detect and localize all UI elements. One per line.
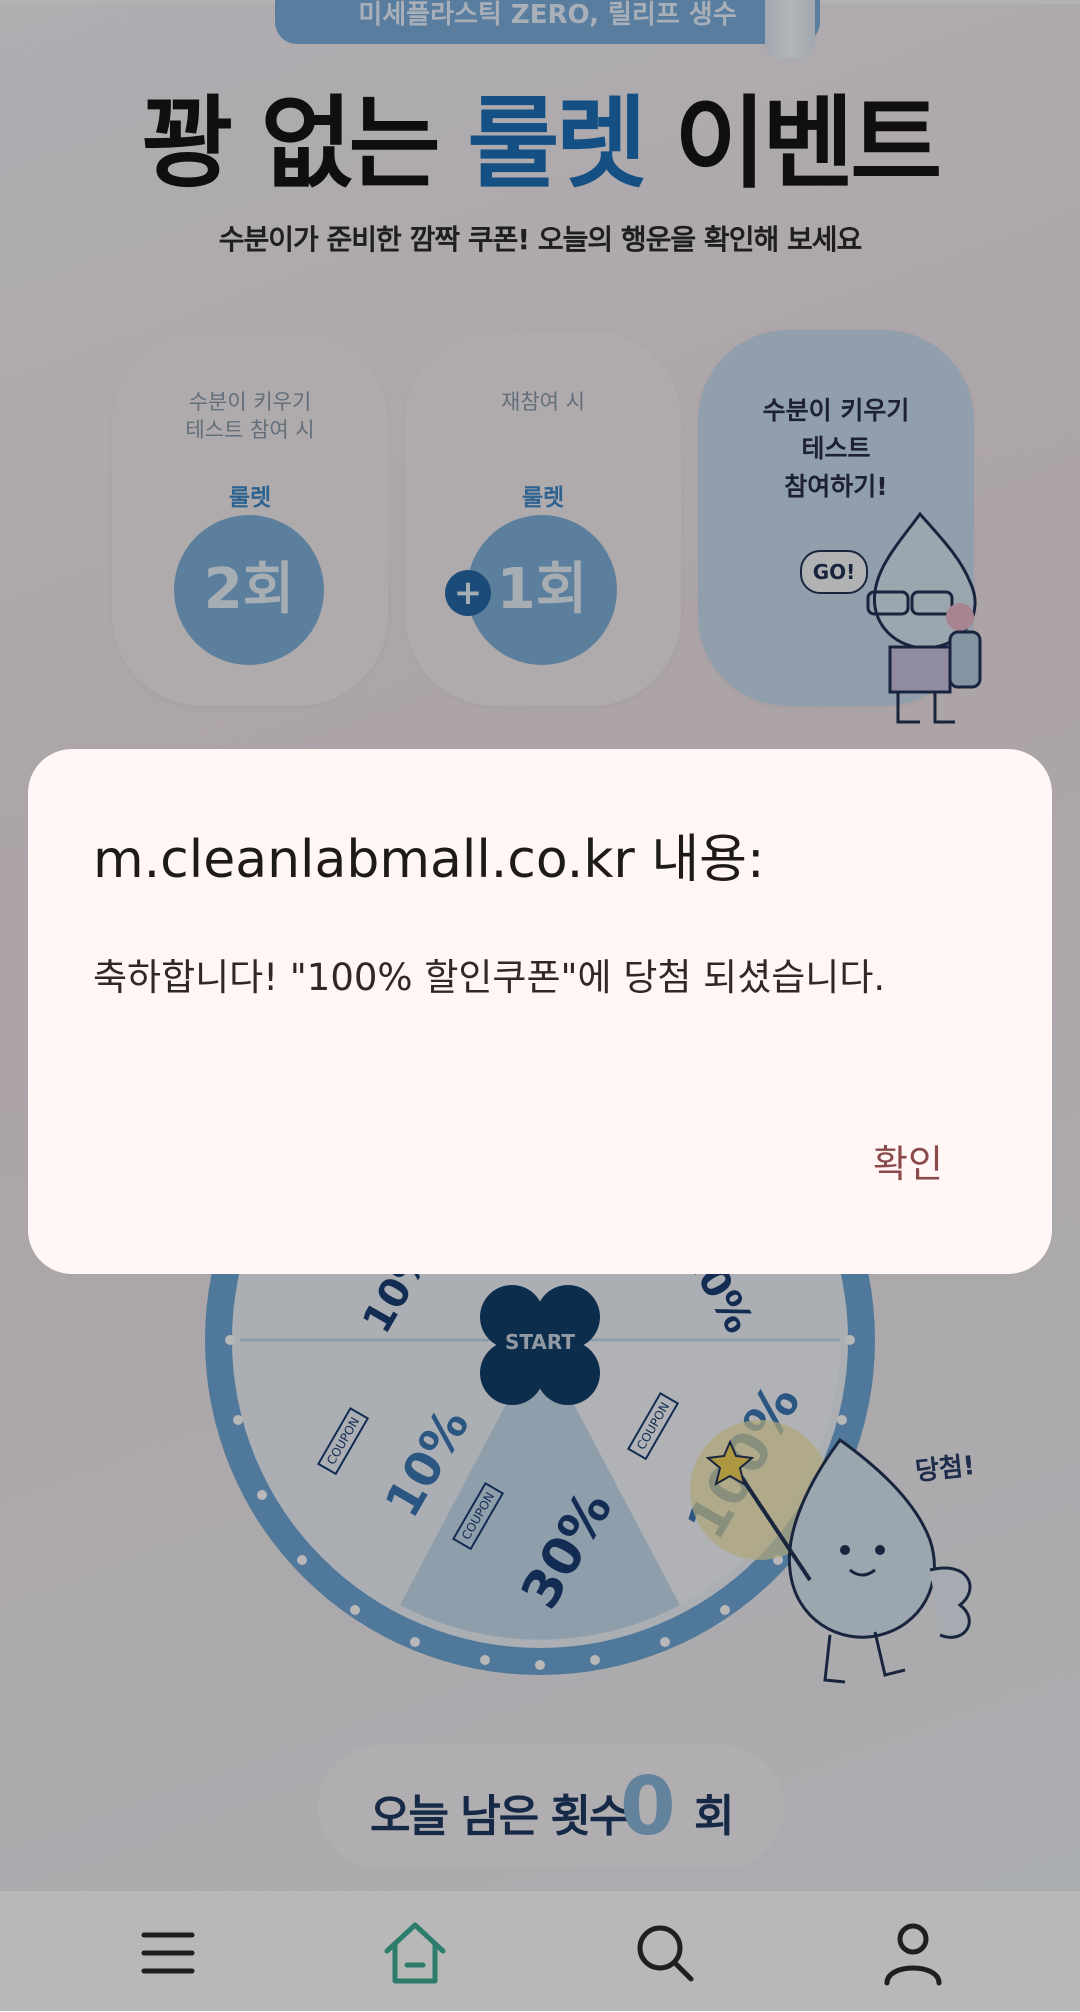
confirm-button[interactable]: 확인 — [848, 1129, 968, 1199]
dialog-title: m.cleanlabmall.co.kr 내용: — [93, 830, 765, 890]
dialog-message: 축하합니다! "100% 할인쿠폰"에 당첨 되셨습니다. — [93, 956, 886, 999]
alert-dialog: m.cleanlabmall.co.kr 내용: 축하합니다! "100% 할인… — [28, 749, 1052, 1274]
